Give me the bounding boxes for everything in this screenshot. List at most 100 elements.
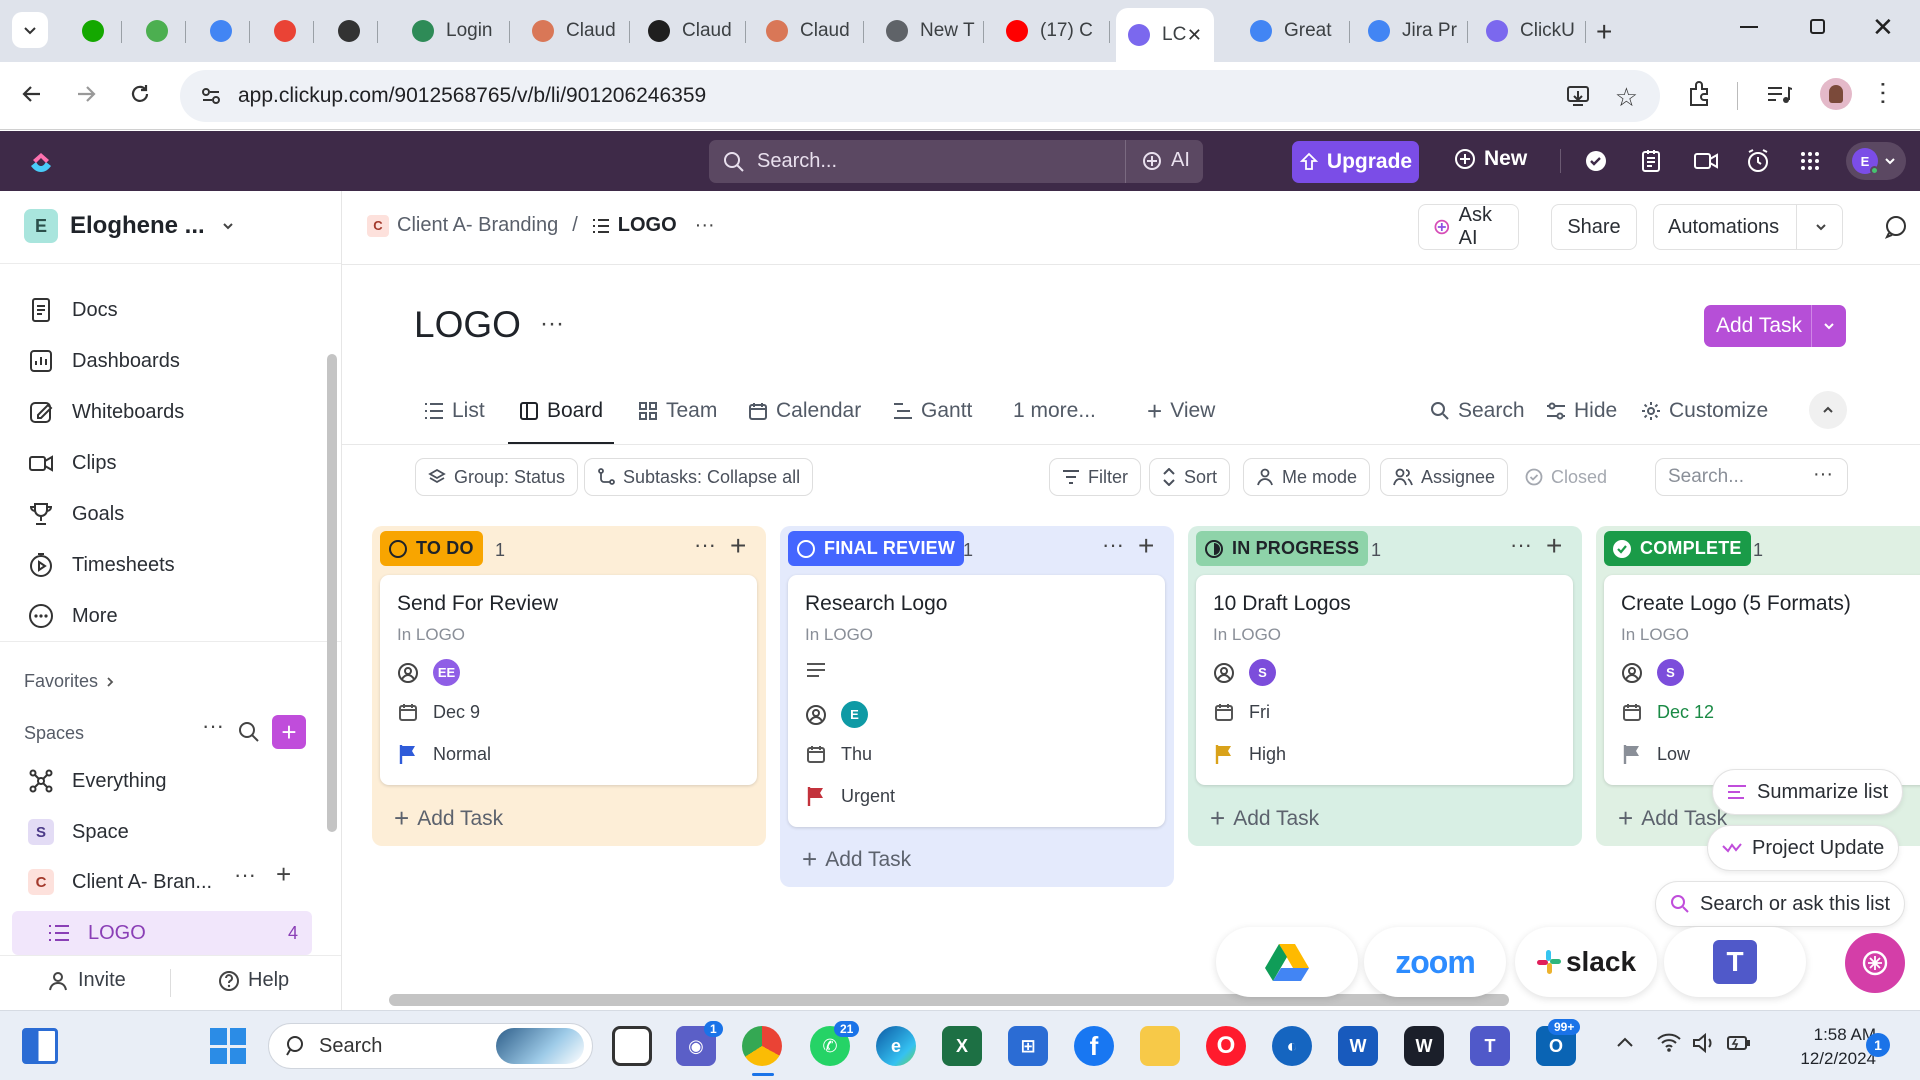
- browser-tab[interactable]: Login: [400, 11, 510, 51]
- wifi-icon[interactable]: [1656, 1031, 1682, 1053]
- global-search-bar[interactable]: Search... AI: [709, 140, 1203, 183]
- taskbar-search[interactable]: Search: [268, 1023, 593, 1069]
- customize-button[interactable]: Customize: [1641, 396, 1768, 426]
- column-add-icon[interactable]: +: [1546, 530, 1562, 562]
- status-badge[interactable]: IN PROGRESS: [1196, 531, 1369, 566]
- help-button[interactable]: Help: [218, 969, 289, 992]
- due-date-row[interactable]: Fri: [1213, 701, 1270, 723]
- facebook-icon[interactable]: f: [1074, 1026, 1114, 1066]
- assignee-row[interactable]: S: [1213, 659, 1276, 686]
- title-more-icon[interactable]: ···: [540, 310, 564, 338]
- space-more-icon[interactable]: ···: [234, 862, 256, 888]
- column-add-icon[interactable]: +: [730, 530, 746, 562]
- url-text[interactable]: app.clickup.com/9012568765/v/b/li/901206…: [238, 84, 706, 108]
- word-icon[interactable]: W: [1338, 1026, 1378, 1066]
- check-circle-icon[interactable]: [1584, 149, 1608, 173]
- google-drive-integration[interactable]: [1216, 927, 1358, 997]
- me-mode-button[interactable]: Me mode: [1243, 458, 1371, 496]
- show-hidden-icons[interactable]: [1615, 1035, 1635, 1049]
- browser-tab[interactable]: Great: [1238, 11, 1350, 51]
- close-tab-icon[interactable]: ✕: [1187, 25, 1202, 46]
- add-view-button[interactable]: + View: [1147, 396, 1215, 426]
- new-tab-button[interactable]: +: [1596, 16, 1612, 48]
- browser-tab[interactable]: [326, 11, 378, 51]
- chevron-down-icon[interactable]: [1814, 220, 1828, 234]
- task-card[interactable]: 10 Draft Logos In LOGO S Fri High: [1196, 575, 1573, 785]
- tab-search-button[interactable]: [12, 12, 48, 48]
- windows-start-icon[interactable]: [210, 1028, 246, 1064]
- notification-badge[interactable]: 1: [1866, 1033, 1890, 1057]
- add-task-button[interactable]: Add Task: [1704, 305, 1846, 347]
- close-window-button[interactable]: ✕: [1872, 12, 1894, 43]
- sidebar-item-client-a[interactable]: C Client A- Bran...: [28, 864, 212, 900]
- browser-tab[interactable]: LC ✕: [1116, 8, 1214, 62]
- browser-tab[interactable]: [134, 11, 186, 51]
- breadcrumb-more-icon[interactable]: ···: [695, 214, 715, 237]
- task-title[interactable]: Research Logo: [805, 592, 947, 616]
- assignee-row[interactable]: EE: [397, 659, 460, 686]
- zoom-integration[interactable]: zoom: [1364, 927, 1506, 997]
- breadcrumb-space[interactable]: Client A- Branding: [397, 214, 558, 237]
- filter-button[interactable]: Filter: [1049, 458, 1141, 496]
- store-icon[interactable]: ⊞: [1008, 1026, 1048, 1066]
- sidebar-item-everything[interactable]: Everything: [28, 763, 167, 799]
- restore-button[interactable]: [1810, 19, 1825, 34]
- user-menu[interactable]: E: [1846, 142, 1906, 180]
- priority-row[interactable]: Urgent: [805, 785, 895, 807]
- sidebar-item-docs[interactable]: Docs: [28, 292, 118, 328]
- browser-tab[interactable]: [70, 11, 122, 51]
- chrome-menu-icon[interactable]: ···: [1870, 80, 1900, 106]
- clickup-logo[interactable]: [28, 148, 54, 174]
- assignee-button[interactable]: Assignee: [1380, 458, 1509, 496]
- column-more-icon[interactable]: ···: [694, 532, 716, 558]
- sidebar-item-space[interactable]: S Space: [28, 814, 129, 850]
- chevron-down-icon[interactable]: [1822, 319, 1836, 333]
- sidebar-item-whiteboards[interactable]: Whiteboards: [28, 394, 184, 430]
- ai-button[interactable]: AI: [1141, 149, 1190, 172]
- install-app-icon[interactable]: [1566, 84, 1590, 108]
- browser-tab[interactable]: Claud: [636, 11, 746, 51]
- sidebar-item-more[interactable]: More: [28, 598, 118, 634]
- assignee-row[interactable]: S: [1621, 659, 1684, 686]
- ask-ai-button[interactable]: Ask AI: [1418, 204, 1519, 250]
- sidebar-item-timesheets[interactable]: Timesheets: [28, 547, 175, 583]
- due-date-row[interactable]: Dec 9: [397, 701, 480, 723]
- priority-row[interactable]: High: [1213, 743, 1286, 765]
- view-search-button[interactable]: Search: [1430, 396, 1525, 426]
- spaces-more-icon[interactable]: ···: [202, 713, 224, 739]
- reload-button[interactable]: [128, 82, 152, 106]
- sidebar-item-goals[interactable]: Goals: [28, 496, 124, 532]
- task-card[interactable]: Create Logo (5 Formats) In LOGO S Dec 12 Low: [1604, 575, 1920, 785]
- browser-tab[interactable]: (17) C: [994, 11, 1110, 51]
- taskview-icon[interactable]: [612, 1026, 652, 1066]
- clock[interactable]: 1:58 AM 12/2/2024: [1770, 1023, 1876, 1071]
- sidebar-scrollbar[interactable]: [327, 354, 337, 832]
- upgrade-button[interactable]: Upgrade: [1292, 141, 1419, 183]
- tab-team[interactable]: Team: [638, 396, 717, 426]
- column-more-icon[interactable]: ···: [1102, 532, 1124, 558]
- column-add-icon[interactable]: +: [1138, 530, 1154, 562]
- board-search-input[interactable]: Search... ···: [1655, 458, 1848, 496]
- forward-button[interactable]: [74, 82, 98, 106]
- column-more-icon[interactable]: ···: [1510, 532, 1532, 558]
- tab-gantt[interactable]: Gantt: [893, 396, 972, 426]
- status-badge[interactable]: TO DO: [380, 531, 483, 566]
- defender-icon[interactable]: ◐: [1272, 1026, 1312, 1066]
- tab-list[interactable]: List: [424, 396, 485, 426]
- browser-tab[interactable]: Claud: [754, 11, 864, 51]
- clickup-ai-fab[interactable]: [1845, 933, 1905, 993]
- collapse-toolbar-button[interactable]: [1809, 391, 1847, 429]
- video-record-icon[interactable]: [1693, 151, 1719, 171]
- edge-icon[interactable]: e: [876, 1026, 916, 1066]
- status-badge[interactable]: FINAL REVIEW: [788, 531, 965, 566]
- assignee-avatar[interactable]: E: [841, 701, 868, 728]
- summarize-list-button[interactable]: Summarize list: [1712, 769, 1904, 815]
- opera-icon[interactable]: O: [1206, 1026, 1246, 1066]
- task-card[interactable]: Send For Review In LOGO EE Dec 9 Normal: [380, 575, 757, 785]
- bookmark-star-icon[interactable]: ☆: [1615, 82, 1638, 113]
- notepad-icon[interactable]: [1640, 149, 1662, 173]
- tab-more[interactable]: 1 more...: [1013, 396, 1096, 426]
- battery-icon[interactable]: [1726, 1034, 1752, 1052]
- back-button[interactable]: [20, 82, 44, 106]
- subtasks-button[interactable]: Subtasks: Collapse all: [584, 458, 814, 496]
